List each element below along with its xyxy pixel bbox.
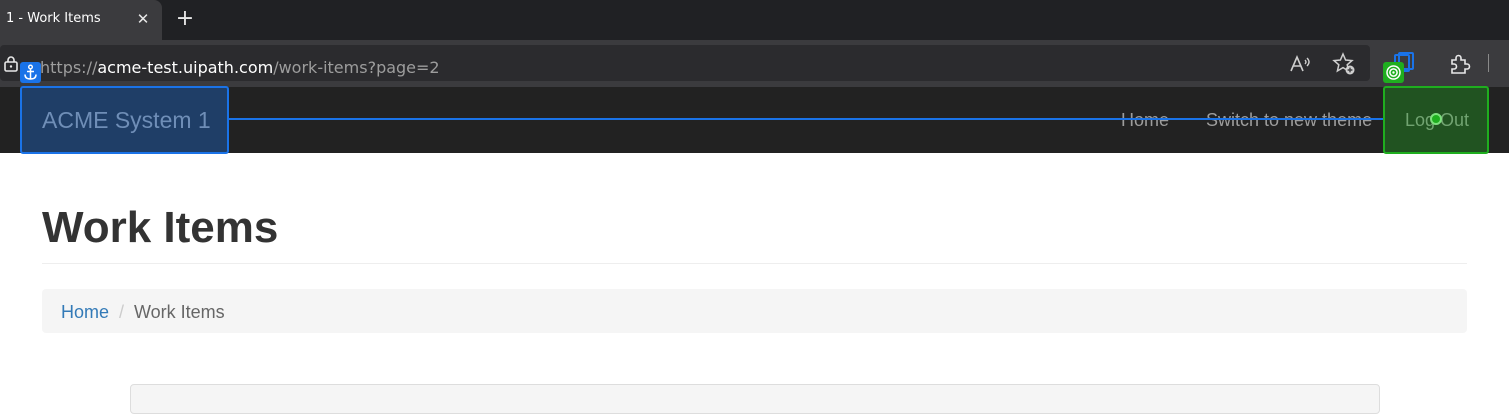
url-host: acme-test.uipath.com bbox=[97, 58, 274, 77]
lock-icon[interactable] bbox=[4, 56, 18, 72]
browser-tab[interactable]: 1 - Work Items ✕ bbox=[0, 0, 162, 40]
nav-switch-theme-link[interactable]: Switch to new theme bbox=[1206, 110, 1372, 131]
read-aloud-icon[interactable] bbox=[1288, 52, 1312, 76]
breadcrumb-current: Work Items bbox=[134, 302, 225, 322]
url-scheme: https:// bbox=[40, 58, 98, 77]
extensions-icon[interactable] bbox=[1448, 52, 1472, 76]
anchor-icon bbox=[20, 62, 41, 83]
browser-tab-strip: 1 - Work Items ✕ + bbox=[0, 0, 1509, 40]
breadcrumb-home-link[interactable]: Home bbox=[61, 302, 109, 323]
work-items-panel bbox=[130, 384, 1380, 414]
title-divider bbox=[42, 263, 1467, 264]
breadcrumb: Home / Work Items bbox=[42, 289, 1467, 333]
anchor-highlight bbox=[20, 86, 229, 154]
toolbar-separator bbox=[1488, 54, 1489, 72]
browser-toolbar: https://acme-test.uipath.com/work-items?… bbox=[0, 40, 1509, 87]
breadcrumb-separator: / bbox=[119, 302, 125, 322]
address-bar[interactable]: https://acme-test.uipath.com/work-items?… bbox=[0, 45, 1370, 81]
url-path: /work-items?page=2 bbox=[273, 58, 440, 77]
tab-title: 1 - Work Items bbox=[6, 11, 101, 26]
close-icon[interactable]: ✕ bbox=[134, 9, 152, 29]
anchor-target-connector bbox=[229, 118, 1383, 120]
target-icon bbox=[1383, 62, 1404, 83]
favorites-icon[interactable] bbox=[1332, 52, 1356, 76]
url-text[interactable]: https://acme-test.uipath.com/work-items?… bbox=[40, 58, 440, 77]
page-title: Work Items bbox=[42, 203, 279, 252]
new-tab-icon[interactable]: + bbox=[173, 7, 197, 31]
target-click-point bbox=[1430, 113, 1442, 125]
nav-home-link[interactable]: Home bbox=[1121, 110, 1169, 131]
